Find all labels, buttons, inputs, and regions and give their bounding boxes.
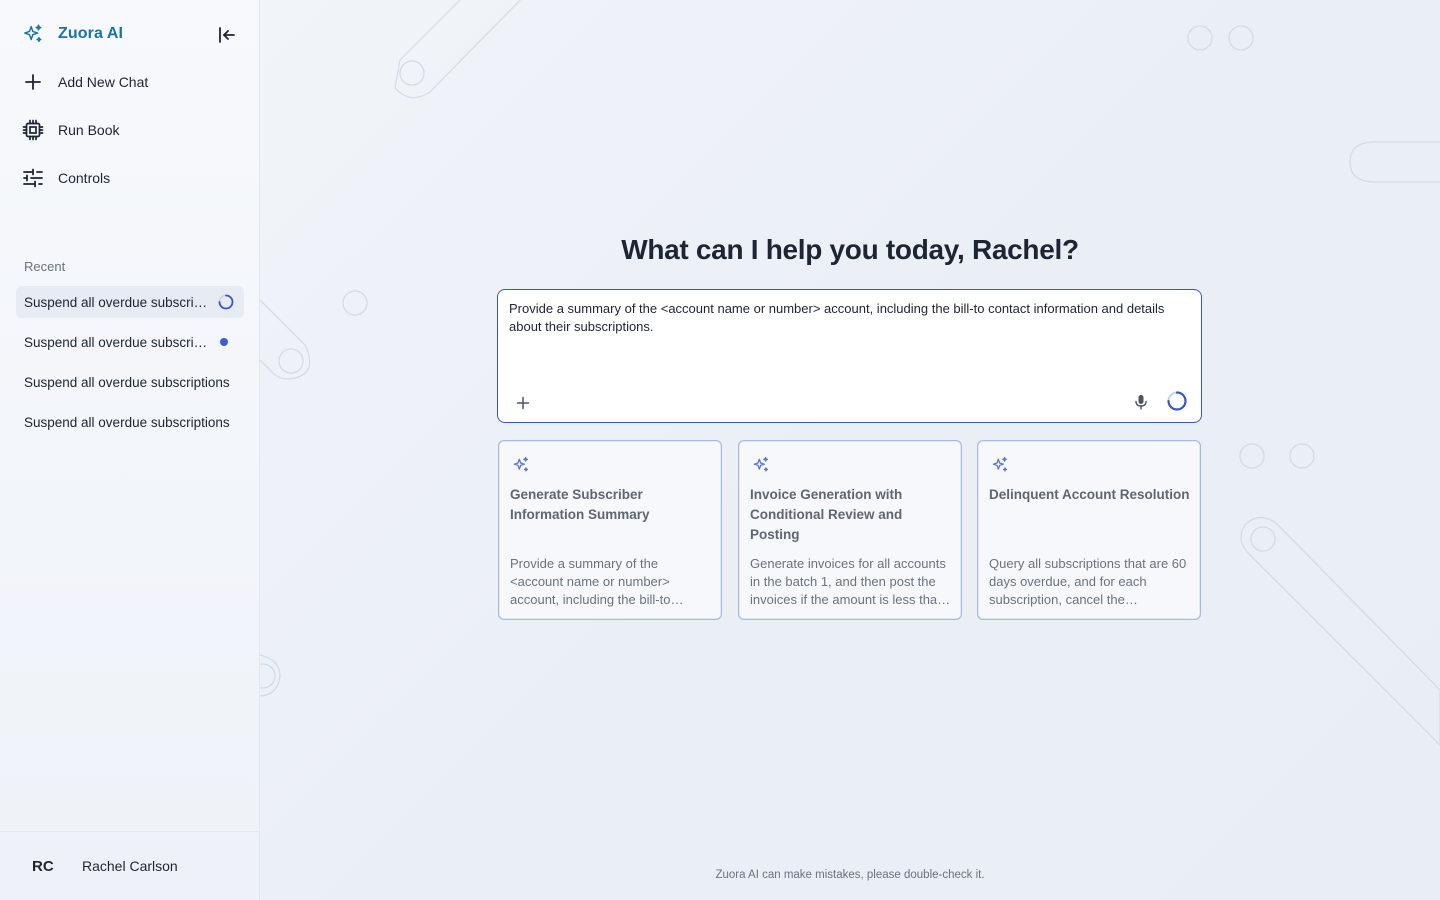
card-title: Invoice Generation with Conditional Revi… — [750, 487, 903, 542]
recent-chat-label: Suspend all overdue subscriptions — [24, 334, 210, 350]
main-panel: What can I help you today, Rachel? Provi… — [260, 0, 1440, 900]
add-new-chat-button[interactable]: Add New Chat — [22, 68, 240, 96]
card-description: Generate invoices for all accounts in th… — [750, 556, 946, 607]
nav-label: Run Book — [58, 122, 120, 138]
prompt-composer: Provide a summary of the <account name o… — [497, 289, 1202, 423]
plus-icon — [22, 71, 44, 93]
card-description: Provide a summary of the <account name o… — [510, 556, 671, 607]
prompt-input[interactable]: Provide a summary of the <account name o… — [509, 300, 1189, 360]
recent-chat-item[interactable]: Suspend all overdue subscriptions — [16, 406, 244, 438]
microphone-button[interactable] — [1131, 392, 1151, 412]
sparkle-icon — [753, 456, 769, 472]
run-book-nav-item[interactable]: Run Book — [22, 116, 240, 144]
sending-spinner-icon[interactable] — [1166, 390, 1188, 412]
recent-heading: Recent — [24, 259, 66, 274]
nav-label: Controls — [58, 170, 111, 186]
brand-row: Zuora AI — [22, 20, 240, 48]
suggestion-card[interactable]: Delinquent Account Resolution Query all … — [977, 440, 1201, 620]
chip-icon — [22, 119, 44, 141]
recent-chat-item[interactable]: Suspend all overdue subscriptions — [16, 326, 244, 358]
loading-spinner-icon — [218, 294, 234, 310]
recent-chat-label: Suspend all overdue subscriptions — [24, 294, 210, 310]
sliders-icon — [22, 167, 44, 189]
page-title: What can I help you today, Rachel? — [621, 234, 1079, 265]
nav-label: Add New Chat — [58, 74, 149, 90]
recent-chat-label: Suspend all overdue subscriptions — [24, 414, 230, 430]
microphone-icon — [1135, 395, 1147, 410]
suggestion-card[interactable]: Invoice Generation with Conditional Revi… — [738, 440, 962, 620]
collapse-left-icon — [219, 27, 235, 43]
avatar: RC — [32, 857, 54, 875]
user-profile[interactable]: RC Rachel Carlson — [0, 831, 259, 900]
sidebar: Zuora AI Add New Chat Run Book Controls … — [0, 0, 260, 900]
card-description: Query all subscriptions that are 60 days… — [989, 556, 1187, 607]
recent-chat-item[interactable]: Suspend all overdue subscriptions — [16, 366, 244, 398]
recent-chat-label: Suspend all overdue subscriptions — [24, 374, 230, 390]
collapse-sidebar-button[interactable] — [214, 22, 240, 48]
brand-name: Zuora AI — [58, 25, 124, 42]
user-name: Rachel Carlson — [82, 858, 178, 874]
attach-button[interactable] — [513, 393, 533, 413]
sparkle-icon — [22, 23, 44, 45]
unread-dot-icon — [220, 338, 228, 346]
controls-nav-item[interactable]: Controls — [22, 164, 240, 192]
plus-icon — [516, 396, 530, 410]
sparkle-icon — [992, 456, 1008, 472]
card-title: Generate Subscriber Information Summary — [510, 487, 650, 522]
sparkle-icon — [513, 456, 529, 472]
suggestion-card[interactable]: Generate Subscriber Information Summary … — [498, 440, 722, 620]
recent-chat-item[interactable]: Suspend all overdue subscriptions — [16, 286, 244, 318]
disclaimer-text: Zuora AI can make mistakes, please doubl… — [715, 869, 985, 881]
card-title: Delinquent Account Resolution — [989, 487, 1190, 502]
